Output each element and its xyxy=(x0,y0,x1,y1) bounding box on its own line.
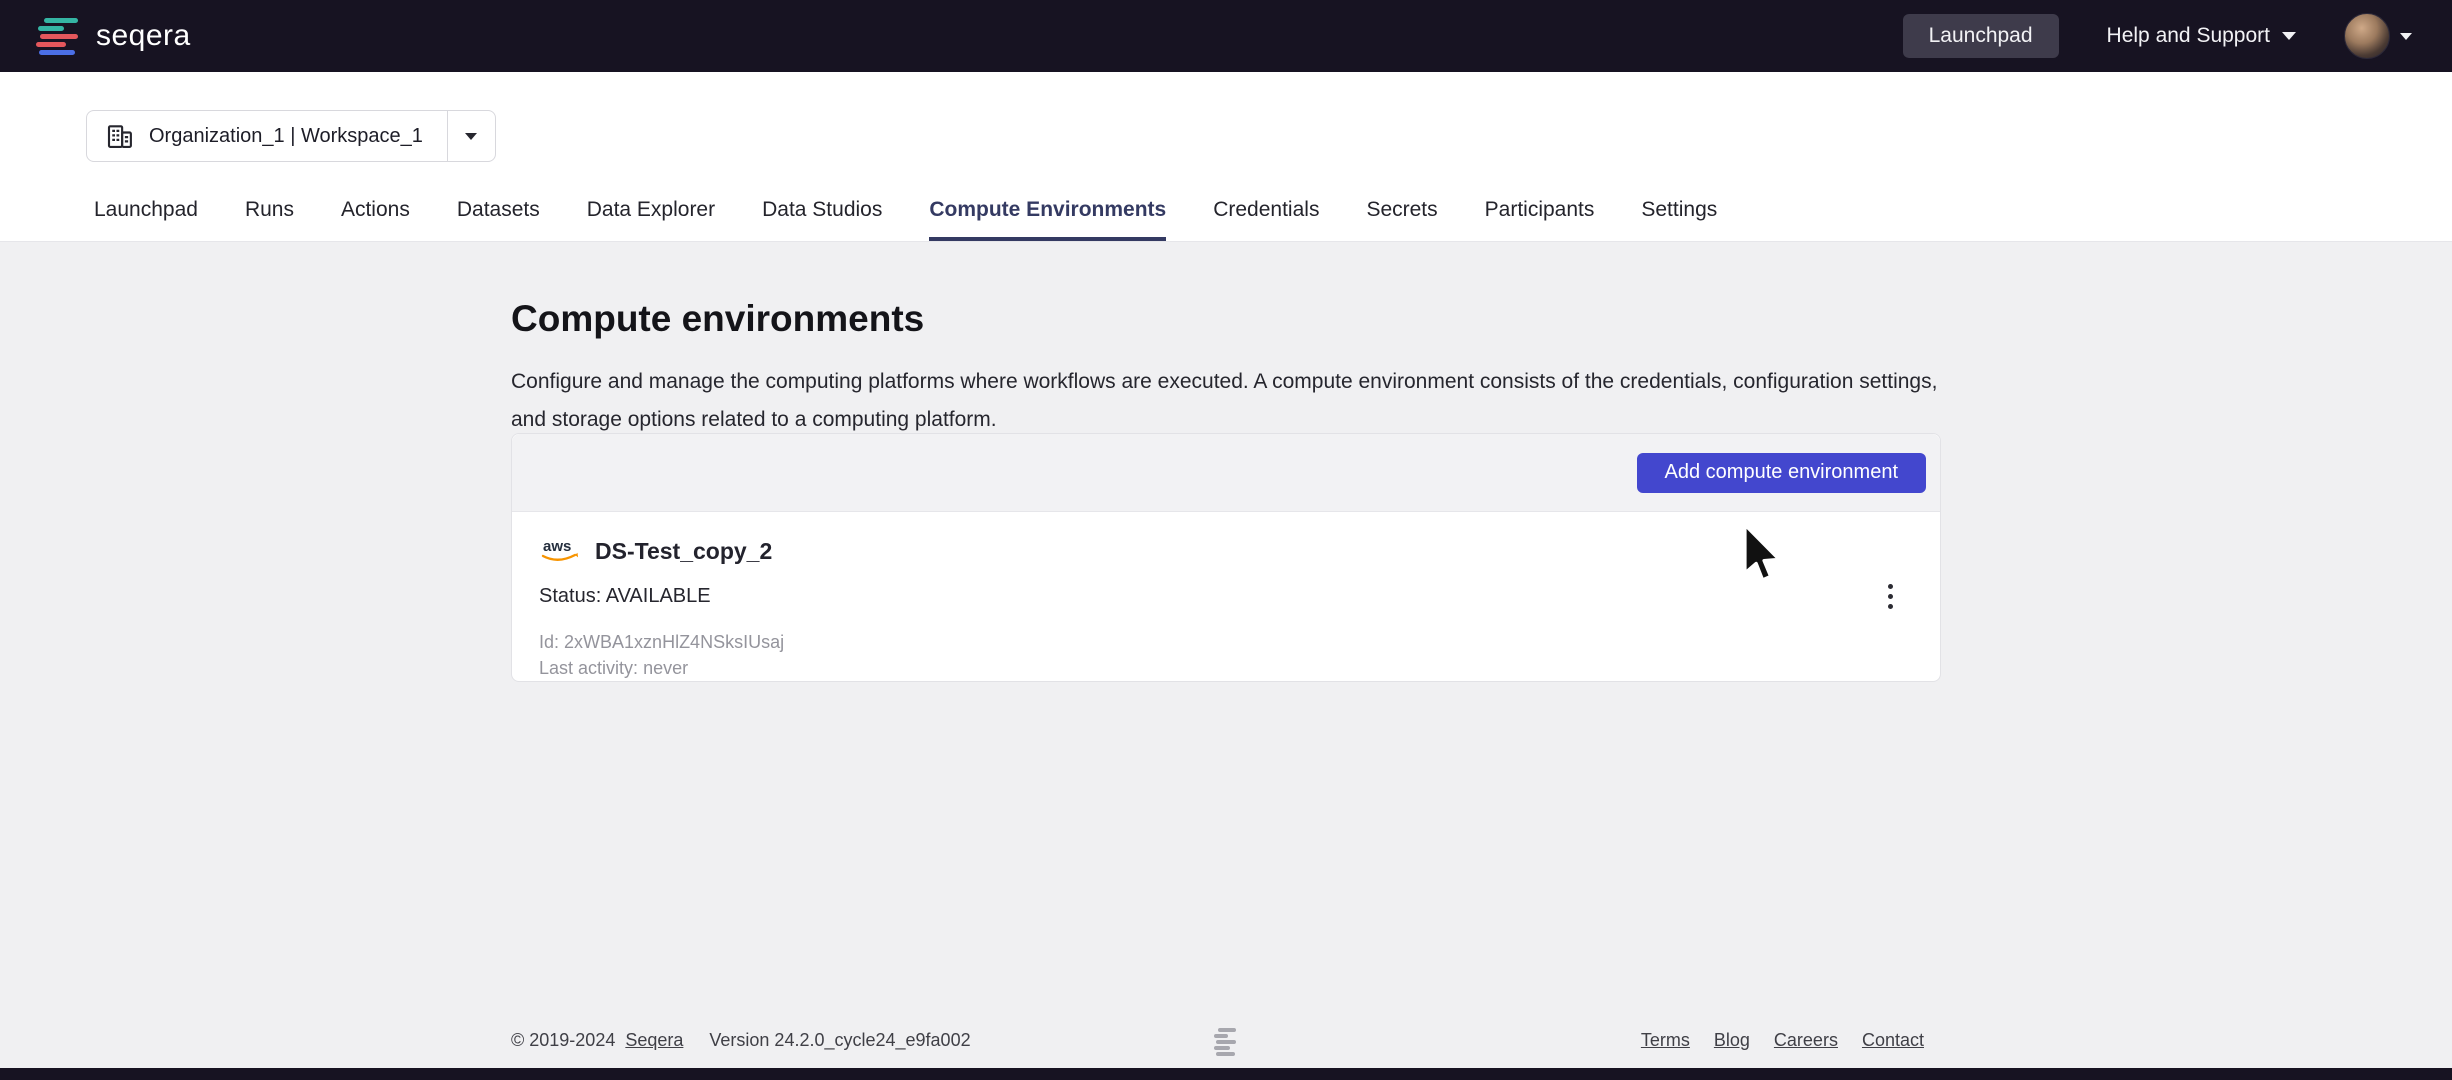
row-options-kebab-button[interactable] xyxy=(1870,572,1910,620)
tab-data-explorer[interactable]: Data Explorer xyxy=(587,183,715,241)
footer-link-careers[interactable]: Careers xyxy=(1774,1030,1838,1051)
bottom-bar xyxy=(0,1068,2452,1080)
seqera-logo-icon xyxy=(36,18,82,55)
tab-participants[interactable]: Participants xyxy=(1485,183,1595,241)
footer-links: Terms Blog Careers Contact xyxy=(1641,1030,1924,1051)
tab-data-studios[interactable]: Data Studios xyxy=(762,183,882,241)
add-compute-environment-button[interactable]: Add compute environment xyxy=(1637,453,1926,493)
environment-status: Status: AVAILABLE xyxy=(539,585,1912,608)
copyright-text: © 2019-2024 xyxy=(511,1030,615,1051)
subheader-band: Organization_1 | Workspace_1 Launchpad R… xyxy=(0,72,2452,242)
brand-name: seqera xyxy=(96,19,191,53)
environment-meta: Id: 2xWBA1xznHlZ4NSksIUsaj Last activity… xyxy=(539,629,1912,681)
chevron-down-icon xyxy=(2282,32,2296,40)
svg-text:aws: aws xyxy=(543,538,571,555)
environment-name[interactable]: DS-Test_copy_2 xyxy=(595,538,772,565)
tab-launchpad[interactable]: Launchpad xyxy=(94,183,198,241)
version-text: Version 24.2.0_cycle24_e9fa002 xyxy=(709,1030,970,1051)
help-and-support-label: Help and Support xyxy=(2107,24,2270,48)
tab-settings[interactable]: Settings xyxy=(1641,183,1717,241)
help-and-support-menu[interactable]: Help and Support xyxy=(2107,24,2296,48)
chevron-down-icon xyxy=(465,133,477,140)
seqera-footer-mark-icon xyxy=(1214,1028,1238,1056)
page-title: Compute environments xyxy=(511,298,924,340)
workspace-selector-toggle[interactable] xyxy=(447,111,495,161)
workspace-tabs: Launchpad Runs Actions Datasets Data Exp… xyxy=(94,183,1717,241)
workspace-selector-label: Organization_1 | Workspace_1 xyxy=(149,125,423,148)
footer-copyright: © 2019-2024 Seqera Version 24.2.0_cycle2… xyxy=(511,1030,971,1051)
workspace-selector[interactable]: Organization_1 | Workspace_1 xyxy=(86,110,496,162)
environment-last-activity: never xyxy=(643,658,688,678)
aws-icon: aws xyxy=(539,536,583,566)
avatar[interactable] xyxy=(2344,13,2390,59)
organization-icon xyxy=(105,121,135,151)
tab-compute-environments[interactable]: Compute Environments xyxy=(929,183,1166,241)
compute-environment-row: aws DS-Test_copy_2 Status: AVAILABLE Id:… xyxy=(512,512,1940,681)
user-menu[interactable] xyxy=(2344,13,2412,59)
compute-environments-panel: Add compute environment aws DS-Test_copy… xyxy=(511,433,1941,682)
tab-secrets[interactable]: Secrets xyxy=(1366,183,1437,241)
brand[interactable]: seqera xyxy=(36,18,191,55)
chevron-down-icon xyxy=(2400,33,2412,40)
panel-toolbar: Add compute environment xyxy=(512,434,1940,512)
tab-runs[interactable]: Runs xyxy=(245,183,294,241)
tab-actions[interactable]: Actions xyxy=(341,183,410,241)
footer-link-blog[interactable]: Blog xyxy=(1714,1030,1750,1051)
status-value: AVAILABLE xyxy=(606,585,711,607)
page-description: Configure and manage the computing platf… xyxy=(511,363,1943,439)
environment-last-activity-line: Last activity: never xyxy=(539,655,1912,681)
top-navbar: seqera Launchpad Help and Support xyxy=(0,0,2452,72)
footer-link-terms[interactable]: Terms xyxy=(1641,1030,1690,1051)
tab-credentials[interactable]: Credentials xyxy=(1213,183,1319,241)
status-label: Status: xyxy=(539,585,601,607)
environment-id: 2xWBA1xznHlZ4NSksIUsaj xyxy=(564,632,784,652)
tab-datasets[interactable]: Datasets xyxy=(457,183,540,241)
seqera-footer-link[interactable]: Seqera xyxy=(625,1030,683,1051)
footer-link-contact[interactable]: Contact xyxy=(1862,1030,1924,1051)
environment-id-line: Id: 2xWBA1xznHlZ4NSksIUsaj xyxy=(539,629,1912,655)
app-window: seqera Launchpad Help and Support xyxy=(0,0,2452,1080)
launchpad-button[interactable]: Launchpad xyxy=(1903,14,2059,58)
